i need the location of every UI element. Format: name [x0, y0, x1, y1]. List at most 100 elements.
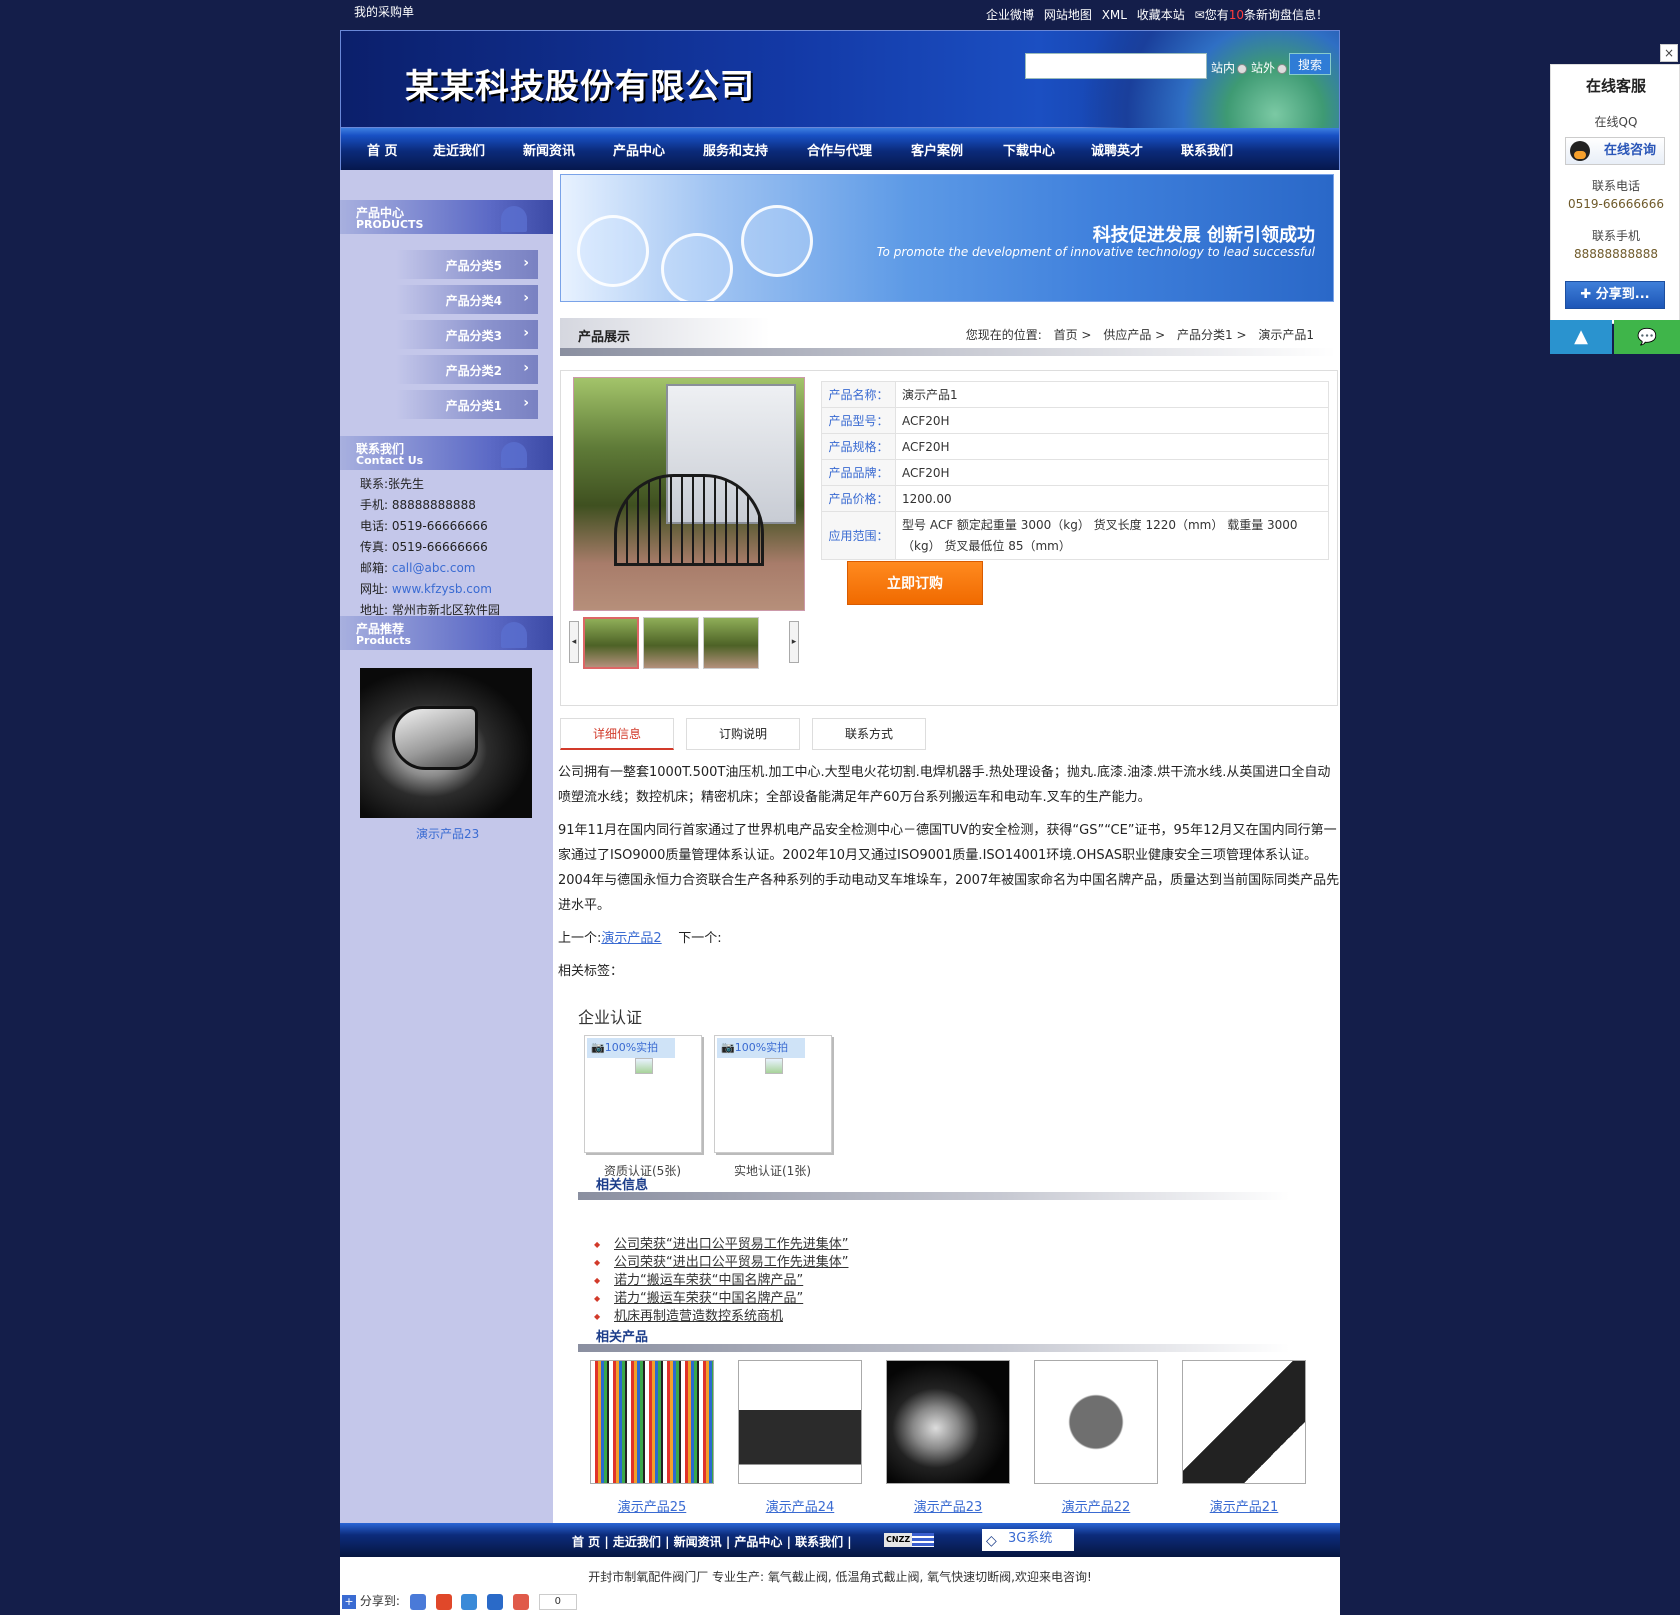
- related-product-image[interactable]: [590, 1360, 714, 1484]
- search-input[interactable]: [1025, 53, 1207, 79]
- left-sidebar: 产品中心 PRODUCTS 产品分类5 › 产品分类4 › 产品分类3 › 产品分类2…: [340, 170, 553, 1523]
- list-item[interactable]: 诺力“搬运车荣获“中国名牌产品”: [592, 1272, 848, 1290]
- recommend-product-image[interactable]: [360, 668, 532, 818]
- detail-tabs: 详细信息 订购说明 联系方式: [560, 718, 960, 750]
- thumbnail[interactable]: [703, 617, 759, 669]
- breadcrumb: 您现在的位置: 首页 > 供应产品 > 产品分类1 > 演示产品1: [965, 328, 1314, 342]
- nav-contact[interactable]: 联系我们: [1181, 140, 1233, 159]
- list-item[interactable]: 机床再制造营造数控系统商机: [592, 1308, 848, 1326]
- recommend-product-link[interactable]: 演示产品23: [416, 825, 479, 842]
- plus-icon[interactable]: +: [342, 1594, 356, 1609]
- xml-link[interactable]: XML: [1102, 8, 1127, 22]
- related-product-image[interactable]: [738, 1360, 862, 1484]
- nav-partners[interactable]: 合作与代理: [807, 140, 872, 159]
- qzone-share-icon[interactable]: [409, 1593, 426, 1610]
- bookmark-link[interactable]: 收藏本站: [1137, 8, 1185, 22]
- copyright: 开封市制氧配件阀门厂 专业生产: 氧气截止阀, 低温角式截止阀, 氧气快速切断阀…: [588, 1570, 1092, 1584]
- list-item[interactable]: 公司荣获“进出口公平贸易工作先进集体”: [592, 1236, 848, 1254]
- email-link[interactable]: call@abc.com: [392, 561, 476, 575]
- top-links: 企业微博 网站地图 XML 收藏本站 ✉您有10条新询盘信息！: [980, 6, 1328, 23]
- tab-details[interactable]: 详细信息: [560, 718, 674, 750]
- related-product-link[interactable]: 演示产品25: [590, 1496, 714, 1515]
- related-product-link[interactable]: 演示产品23: [886, 1496, 1010, 1515]
- product-main-image[interactable]: [573, 377, 805, 611]
- system-logo[interactable]: ◇ 3G系统: [982, 1529, 1074, 1551]
- top-bar: 我的采购单 企业微博 网站地图 XML 收藏本站 ✉您有10条新询盘信息！: [340, 0, 1340, 30]
- search-area: 站内 站外 搜索: [1025, 53, 1331, 81]
- related-product-link[interactable]: 演示产品22: [1034, 1496, 1158, 1515]
- mail-icon: ✉: [1194, 8, 1205, 22]
- nav-products[interactable]: 产品中心: [613, 140, 665, 159]
- inquiry-suffix[interactable]: 条新询盘信息！: [1244, 8, 1328, 22]
- order-now-button[interactable]: 立即订购: [847, 561, 983, 605]
- nav-jobs[interactable]: 诚聘英才: [1091, 140, 1143, 159]
- thumbnail[interactable]: [583, 617, 639, 669]
- tab-ordering[interactable]: 订购说明: [686, 718, 800, 750]
- cert-label[interactable]: 实地认证(1张): [734, 1162, 811, 1179]
- inquiry-count[interactable]: 10: [1229, 8, 1244, 22]
- category-item[interactable]: 产品分类5 ›: [396, 250, 538, 279]
- search-button[interactable]: 搜索: [1289, 53, 1331, 75]
- contact-info: 联系:张先生 手机: 88888888888 电话: 0519-66666666…: [360, 477, 500, 617]
- share-bar: + 分享到: 0: [342, 1592, 577, 1612]
- chevron-right-icon: ›: [523, 255, 529, 271]
- product-detail: ◂ ▸ 产品名称： 演示产品1 产品型号： ACF20H 产品规格： ACF20H 产…: [560, 370, 1338, 706]
- cert-card-qualification[interactable]: 📷100%实拍: [584, 1035, 702, 1153]
- list-item[interactable]: 公司荣获“进出口公平贸易工作先进集体”: [592, 1254, 848, 1272]
- site-header: 某某科技股份有限公司 站内 站外 搜索: [340, 30, 1340, 129]
- related-product-image[interactable]: [886, 1360, 1010, 1484]
- scope-site-radio[interactable]: 站内: [1211, 59, 1248, 76]
- website-link[interactable]: www.kfzysb.com: [392, 582, 492, 596]
- nav-service[interactable]: 服务和支持: [703, 140, 768, 159]
- product-model: ACF20H: [895, 407, 1329, 434]
- prev-product-link[interactable]: 演示产品2: [601, 931, 661, 946]
- thumb-prev-button[interactable]: ◂: [569, 621, 579, 663]
- nav-about[interactable]: 走近我们: [433, 140, 485, 159]
- chevron-right-icon: ›: [523, 290, 529, 306]
- breadcrumb-category[interactable]: 产品分类1 >: [1177, 328, 1247, 342]
- weibo-share-icon[interactable]: [435, 1593, 452, 1610]
- cnzz-badge[interactable]: CNZZ: [884, 1533, 934, 1547]
- breadcrumb-home[interactable]: 首页 >: [1054, 328, 1092, 342]
- service-title: 在线客服: [1585, 77, 1646, 95]
- inquiry-prefix[interactable]: 您有: [1205, 8, 1229, 22]
- qq-consult-button[interactable]: 在线咨询: [1565, 137, 1665, 165]
- company-logo[interactable]: 某某科技股份有限公司: [405, 59, 755, 108]
- weibo-link[interactable]: 企业微博: [986, 8, 1034, 22]
- back-to-top-icon[interactable]: ▲: [1550, 320, 1612, 354]
- renren-share-icon[interactable]: [487, 1593, 504, 1610]
- category-item[interactable]: 产品分类4 ›: [396, 285, 538, 314]
- chat-bubble-icon[interactable]: 💬: [1614, 320, 1680, 354]
- thumbnail[interactable]: [643, 617, 699, 669]
- tencent-share-icon[interactable]: [461, 1593, 478, 1610]
- nav-news[interactable]: 新闻资讯: [523, 140, 575, 159]
- main-nav: 首 页 走近我们 新闻资讯 产品中心 服务和支持 合作与代理 客户案例 下载中心…: [340, 128, 1340, 170]
- nav-cases[interactable]: 客户案例: [911, 140, 963, 159]
- related-product-image[interactable]: [1034, 1360, 1158, 1484]
- camera-badge: 📷100%实拍: [717, 1038, 805, 1058]
- category-item[interactable]: 产品分类1 ›: [396, 390, 538, 419]
- product-price: 1200.00: [895, 485, 1329, 512]
- thumb-next-button[interactable]: ▸: [789, 621, 799, 663]
- banner-subtitle: To promote the development of innovative…: [876, 245, 1315, 259]
- related-product-image[interactable]: [1182, 1360, 1306, 1484]
- nav-downloads[interactable]: 下载中心: [1003, 140, 1055, 159]
- share-to-button[interactable]: ✚ 分享到...: [1565, 281, 1665, 309]
- cart-link[interactable]: 我的采购单: [354, 3, 414, 20]
- related-product-link[interactable]: 演示产品21: [1182, 1496, 1306, 1515]
- close-icon[interactable]: ×: [1660, 44, 1678, 62]
- list-item[interactable]: 诺力“搬运车荣获“中国名牌产品”: [592, 1290, 848, 1308]
- tab-contact[interactable]: 联系方式: [812, 718, 926, 750]
- category-item[interactable]: 产品分类2 ›: [396, 355, 538, 384]
- related-product-link[interactable]: 演示产品24: [738, 1496, 862, 1515]
- product-brand: ACF20H: [895, 459, 1329, 486]
- breadcrumb-supply[interactable]: 供应产品 >: [1103, 328, 1165, 342]
- nav-home[interactable]: 首 页: [367, 140, 398, 159]
- category-item[interactable]: 产品分类3 ›: [396, 320, 538, 349]
- sitemap-link[interactable]: 网站地图: [1044, 8, 1092, 22]
- footer-links[interactable]: 首 页 | 走近我们 | 新闻资讯 | 产品中心 | 联系我们 |: [572, 1533, 852, 1550]
- scope-web-radio[interactable]: 站外: [1251, 59, 1288, 76]
- kaixin-share-icon[interactable]: [513, 1593, 530, 1610]
- cert-card-onsite[interactable]: 📷100%实拍: [714, 1035, 832, 1153]
- person-icon: [501, 206, 527, 232]
